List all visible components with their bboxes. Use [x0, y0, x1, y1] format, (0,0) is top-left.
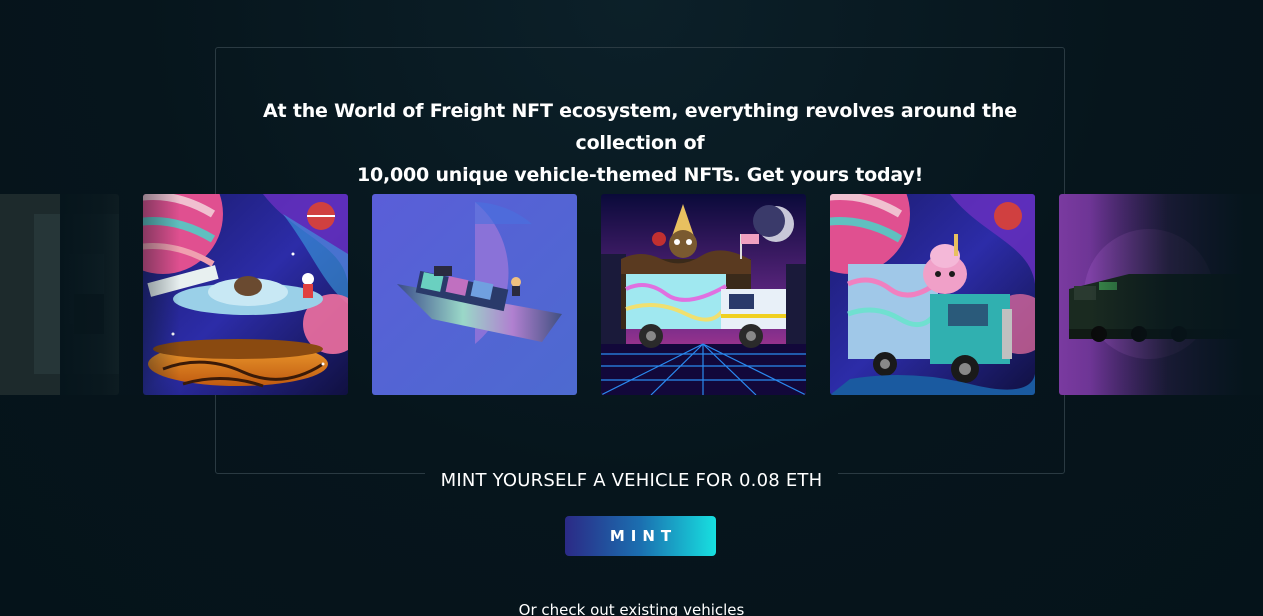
nft-card-truck-dark[interactable] [0, 194, 119, 395]
existing-vehicles-link[interactable]: Or check out existing vehicles [0, 600, 1263, 616]
nft-image-flying-saucer [143, 194, 348, 395]
collection-headline: At the World of Freight NFT ecosystem, e… [230, 95, 1050, 191]
nft-carousel [0, 194, 1263, 395]
nft-image-truck-dark [0, 194, 119, 395]
headline-line-1: At the World of Freight NFT ecosystem, e… [263, 100, 1017, 154]
headline-line-2: 10,000 unique vehicle-themed NFTs. Get y… [356, 164, 924, 186]
nft-card-semi-truck[interactable] [830, 194, 1035, 395]
nft-image-train [1059, 194, 1263, 395]
mint-label-row: MINT YOURSELF A VEHICLE FOR 0.08 ETH [0, 468, 1263, 494]
nft-card-container-ship[interactable] [372, 194, 577, 395]
nft-card-train[interactable] [1059, 194, 1263, 395]
nft-card-ice-cream-van[interactable] [601, 194, 806, 395]
mint-button[interactable]: MINT [565, 516, 716, 556]
mint-page: At the World of Freight NFT ecosystem, e… [0, 0, 1263, 616]
nft-card-flying-saucer[interactable] [143, 194, 348, 395]
nft-image-semi-truck [830, 194, 1035, 395]
nft-image-container-ship [372, 194, 577, 395]
nft-image-ice-cream-van [601, 194, 806, 395]
mint-price-label: MINT YOURSELF A VEHICLE FOR 0.08 ETH [424, 468, 839, 494]
